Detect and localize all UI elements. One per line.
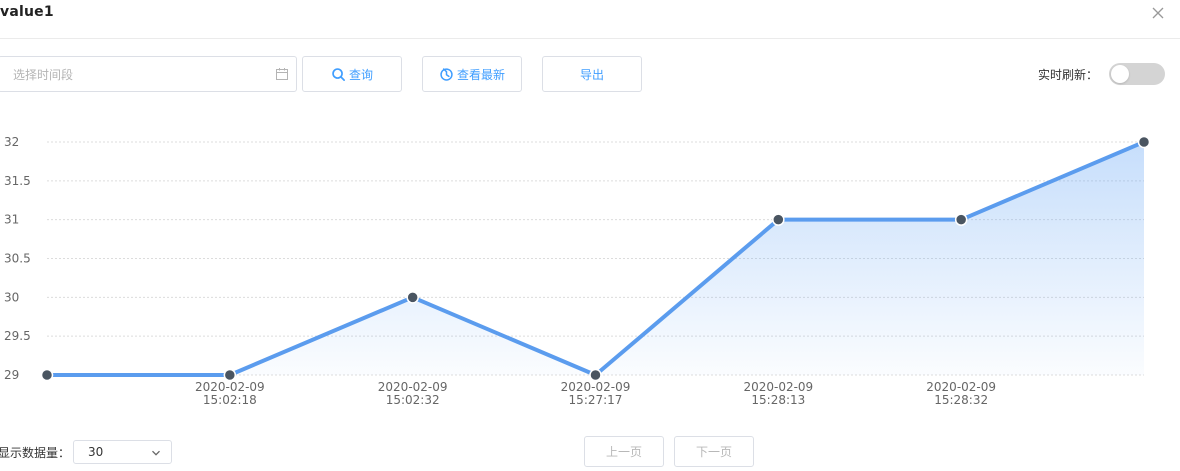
y-tick-label: 30.5: [4, 252, 31, 266]
y-tick-label: 32: [4, 135, 19, 149]
calendar-icon: [276, 68, 288, 80]
x-tick-label: 2020-02-09: [926, 380, 996, 394]
dialog-title: value1: [0, 4, 54, 20]
x-tick-label: 15:28:32: [934, 393, 988, 407]
y-tick-label: 29.5: [4, 329, 31, 343]
export-button[interactable]: 导出: [542, 56, 642, 92]
data-count-value: 30: [88, 445, 104, 459]
realtime-refresh-label: 实时刷新：: [1038, 68, 1099, 82]
search-icon: [332, 67, 345, 81]
chevron-down-icon: [152, 450, 160, 456]
export-button-label: 导出: [579, 67, 604, 82]
query-button-label: 查询: [348, 67, 373, 82]
x-tick-label: 2020-02-09: [743, 380, 813, 394]
prev-page-button[interactable]: 上一页: [584, 436, 664, 467]
x-tick-label: 15:27:17: [569, 393, 623, 407]
view-latest-button-label: 查看最新: [456, 67, 505, 82]
line-chart: 2929.53030.53131.5322020-02-0915:02:1820…: [4, 135, 1151, 407]
view-latest-button[interactable]: 查看最新: [422, 56, 522, 92]
y-tick-label: 31.5: [4, 174, 31, 188]
data-point: [589, 368, 602, 382]
date-range-input[interactable]: [13, 66, 253, 84]
query-button[interactable]: 查询: [302, 56, 402, 92]
x-tick-label: 2020-02-09: [561, 380, 631, 394]
data-point: [40, 368, 54, 382]
y-tick-label: 30: [4, 290, 19, 304]
close-icon[interactable]: [1150, 5, 1166, 21]
data-point: [772, 213, 785, 226]
header-divider: [0, 38, 1180, 39]
toggle-knob: [1111, 65, 1129, 83]
y-tick-label: 29: [4, 368, 19, 382]
data-point: [223, 368, 237, 382]
y-tick-label: 31: [4, 213, 19, 227]
x-tick-label: 15:28:13: [751, 393, 805, 407]
data-point: [954, 213, 968, 226]
data-count-select[interactable]: 30: [73, 440, 172, 464]
realtime-refresh-toggle[interactable]: [1109, 63, 1165, 85]
next-page-button[interactable]: 下一页: [674, 436, 754, 467]
refresh-icon: [440, 67, 453, 81]
data-count-label: 显示数据量：: [0, 446, 71, 460]
x-tick-label: 2020-02-09: [195, 380, 265, 394]
x-tick-label: 15:02:18: [203, 393, 257, 407]
date-range-picker[interactable]: [0, 56, 297, 92]
x-tick-label: 15:02:32: [386, 393, 440, 407]
data-point: [406, 291, 419, 304]
data-point: [1137, 135, 1151, 149]
x-tick-label: 2020-02-09: [378, 380, 448, 394]
